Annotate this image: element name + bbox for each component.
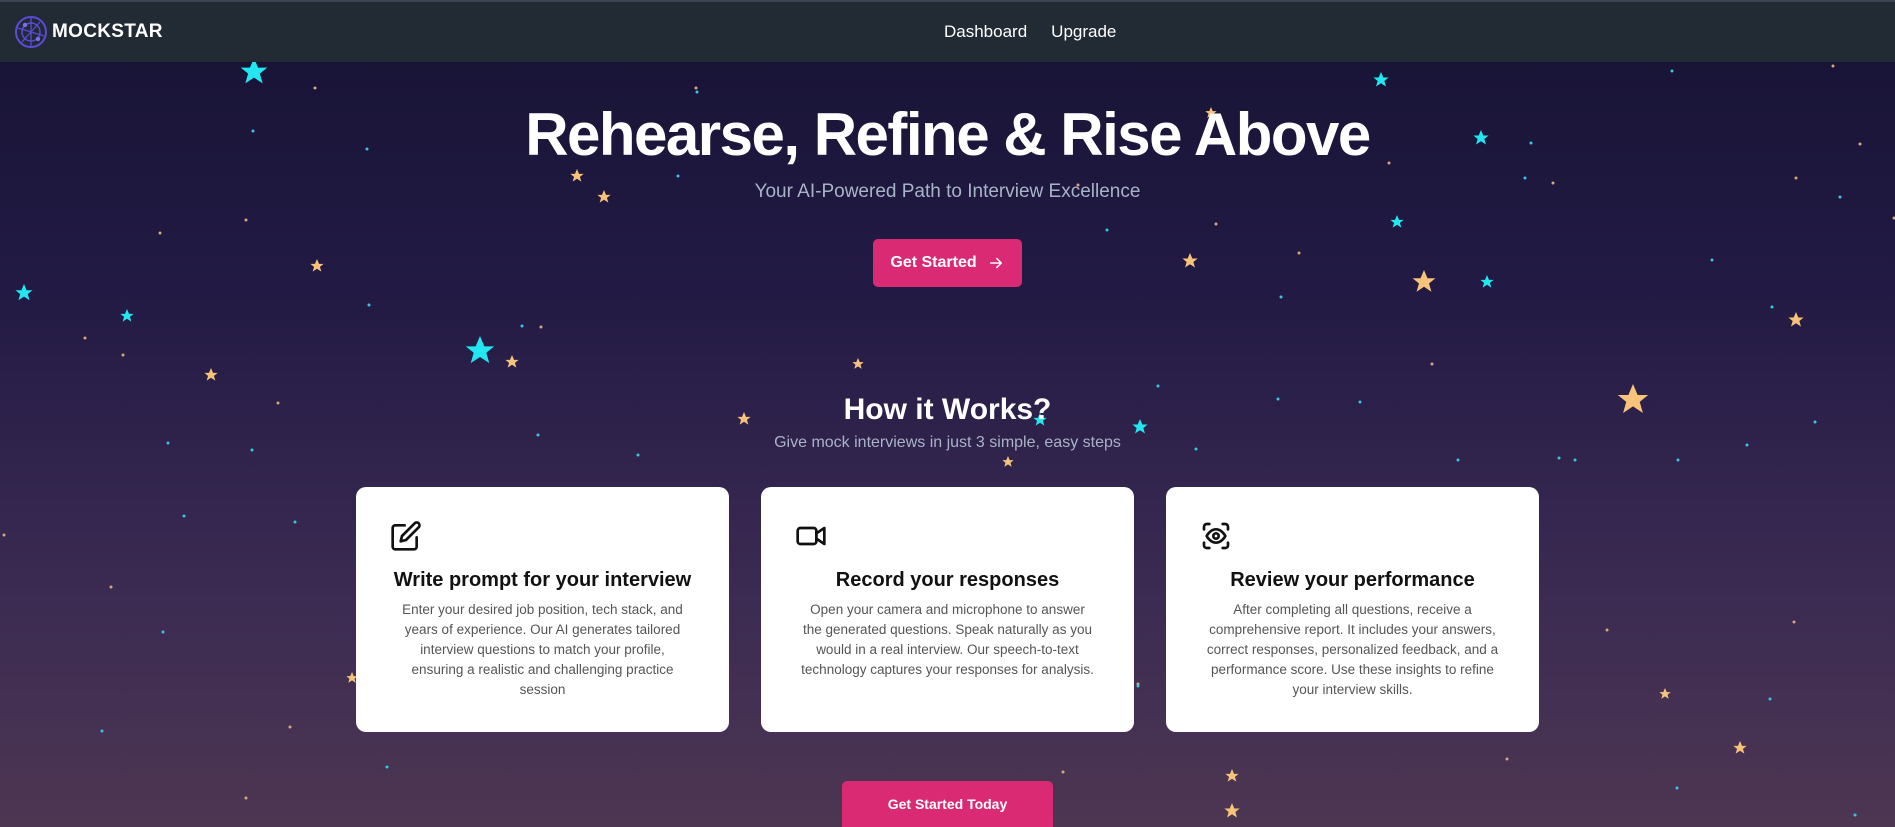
hero-title: Rehearse, Refine & Rise Above [525, 101, 1371, 168]
get-started-label: Get Started [890, 254, 977, 271]
nav-link-upgrade[interactable]: Upgrade [1051, 22, 1116, 42]
card-title: Record your responses [835, 569, 1060, 591]
logo-text: MOCKSTAR [52, 21, 163, 42]
how-it-works-title: How it Works? [843, 393, 1052, 426]
how-it-works-subtitle: Give mock interviews in just 3 simple, e… [774, 434, 1121, 451]
page-content: Rehearse, Refine & Rise Above Your AI-Po… [0, 0, 1895, 827]
step-card-record: Record your responses Open your camera a… [761, 487, 1134, 732]
logo[interactable]: MOCKSTAR [14, 15, 163, 49]
card-description: After completing all questions, receive … [1206, 602, 1499, 697]
nav-links: Dashboard Upgrade [944, 22, 1116, 42]
step-card-review: Review your performance After completing… [1166, 487, 1539, 732]
logo-globe-icon [15, 16, 47, 48]
nav-link-dashboard[interactable]: Dashboard [944, 22, 1027, 42]
navbar: MOCKSTAR Dashboard Upgrade [0, 0, 1895, 62]
get-started-today-button[interactable]: Get Started Today [842, 781, 1053, 827]
eye-scan-icon [1202, 522, 1230, 550]
card-title: Review your performance [1230, 569, 1475, 591]
card-description: Enter your desired job position, tech st… [402, 602, 683, 697]
card-title: Write prompt for your interview [393, 569, 692, 591]
hero-subtitle: Your AI-Powered Path to Interview Excell… [754, 181, 1141, 202]
arrow-right-icon [989, 257, 1002, 269]
video-camera-icon [796, 526, 826, 546]
get-started-button[interactable]: Get Started [873, 239, 1022, 287]
card-description: Open your camera and microphone to answe… [801, 602, 1094, 677]
step-card-prompt: Write prompt for your interview Enter yo… [356, 487, 729, 732]
edit-icon [391, 521, 421, 551]
